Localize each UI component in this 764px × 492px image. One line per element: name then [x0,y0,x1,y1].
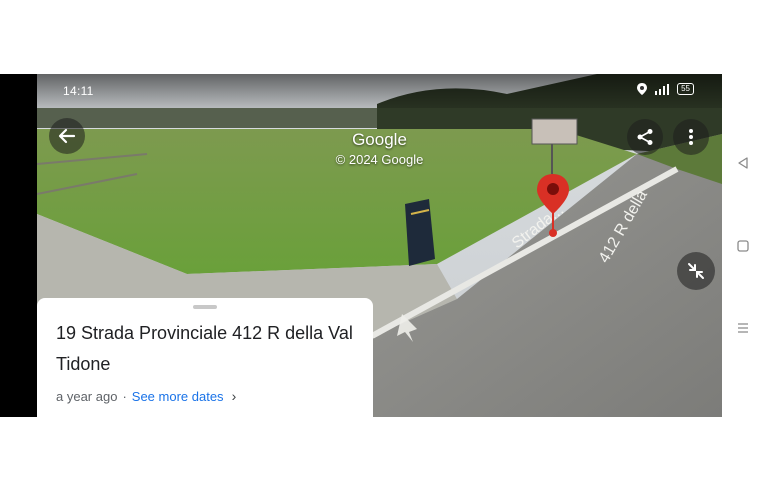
nav-back-icon[interactable] [737,157,749,169]
navigation-bar [722,74,764,417]
copyright-text: © 2024 Google [335,152,424,167]
street-view-screen[interactable]: Strada... 412 R della 14:11 55 Google © … [37,74,722,417]
status-bar: 14:11 55 [37,74,722,108]
more-vert-icon [689,129,693,145]
capture-age: a year ago [56,388,118,404]
separator-dot: · [122,388,127,404]
back-button[interactable] [49,118,85,154]
see-more-dates-link[interactable]: See more dates [132,389,224,404]
chevron-right-icon[interactable]: › [232,388,237,404]
battery-icon: 55 [677,83,694,95]
collapse-button[interactable] [677,252,715,290]
drag-handle[interactable] [193,305,217,309]
share-button[interactable] [627,119,663,155]
collapse-icon [688,263,704,279]
signal-icon [655,83,670,95]
capture-date-row: a year ago · See more dates › [56,388,236,404]
more-options-button[interactable] [673,119,709,155]
location-address: 19 Strada Provinciale 412 R della Val Ti… [56,323,353,374]
left-black-bar [0,74,37,417]
back-arrow-icon [58,128,76,144]
nav-recents-icon[interactable] [737,322,749,334]
nav-home-icon[interactable] [737,240,749,252]
location-pin-icon[interactable] [535,172,571,238]
status-time: 14:11 [63,84,94,98]
google-watermark: Google [352,130,407,149]
phone-screen: Strada... 412 R della 14:11 55 Google © … [0,74,764,417]
location-info-card[interactable]: 19 Strada Provinciale 412 R della Val Ti… [37,298,373,417]
location-icon [637,83,648,95]
share-icon [637,129,653,145]
